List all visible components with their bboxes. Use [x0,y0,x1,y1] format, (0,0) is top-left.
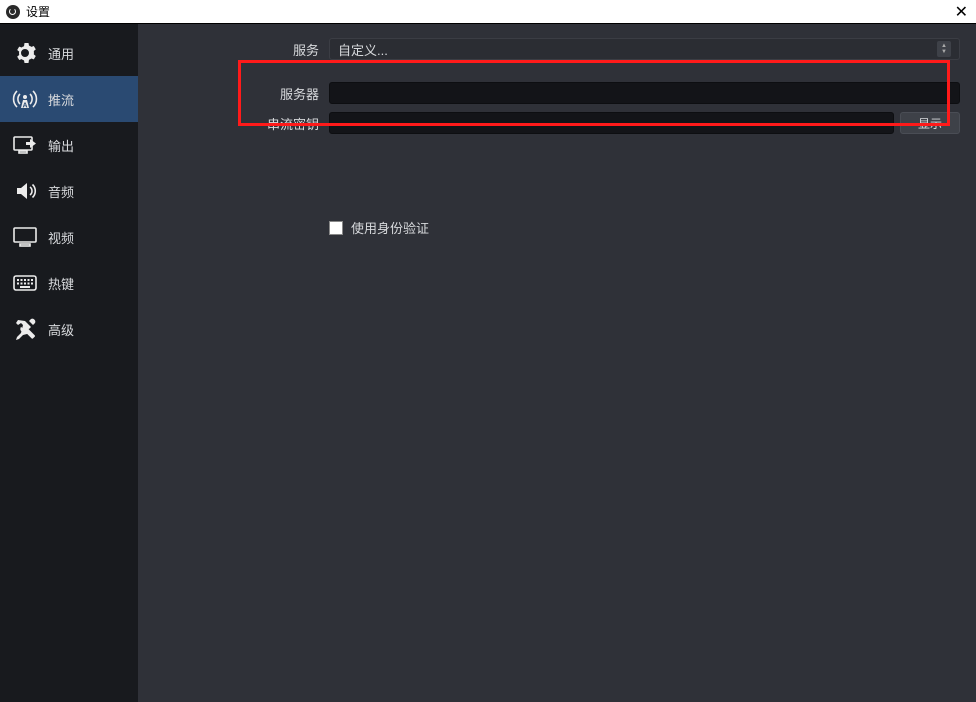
sidebar-item-label: 音频 [48,182,74,201]
spinner-icon: ▲▼ [937,41,951,57]
keyboard-icon [12,270,38,296]
service-row: 服务 自定义... ▲▼ [154,38,960,60]
sidebar: 通用 A 推流 输出 音频 视频 [0,24,138,702]
sidebar-item-label: 推流 [48,90,74,109]
server-row: 服务器 [154,82,960,104]
titlebar: 设置 ✕ [0,0,976,24]
gear-icon [12,40,38,66]
svg-text:A: A [22,103,27,110]
sidebar-item-general[interactable]: 通用 [0,30,138,76]
auth-checkbox[interactable] [329,221,343,235]
auth-checkbox-label: 使用身份验证 [351,218,429,237]
show-button[interactable]: 显示 [900,112,960,134]
sidebar-item-label: 通用 [48,44,74,63]
speaker-icon [12,178,38,204]
window-title: 设置 [26,3,50,20]
auth-checkbox-row: 使用身份验证 [329,218,960,237]
stream-key-label: 串流密钥 [154,114,329,133]
sidebar-item-label: 高级 [48,320,74,339]
sidebar-item-video[interactable]: 视频 [0,214,138,260]
close-icon[interactable]: ✕ [955,2,968,22]
sidebar-item-stream[interactable]: A 推流 [0,76,138,122]
server-input[interactable] [329,82,960,104]
output-icon [12,132,38,158]
sidebar-item-advanced[interactable]: 高级 [0,306,138,352]
main-panel: 服务 自定义... ▲▼ 服务器 串流密钥 显示 使用身份验 [138,24,976,702]
antenna-icon: A [12,86,38,112]
sidebar-item-label: 视频 [48,228,74,247]
obs-icon [6,5,20,19]
sidebar-item-label: 热键 [48,274,74,293]
tools-icon [12,316,38,342]
service-label: 服务 [154,40,329,59]
server-label: 服务器 [154,84,329,103]
sidebar-item-hotkeys[interactable]: 热键 [0,260,138,306]
stream-key-row: 串流密钥 显示 [154,112,960,134]
service-select[interactable]: 自定义... ▲▼ [329,38,960,60]
service-value: 自定义... [338,40,388,59]
sidebar-item-output[interactable]: 输出 [0,122,138,168]
sidebar-item-label: 输出 [48,136,74,155]
sidebar-item-audio[interactable]: 音频 [0,168,138,214]
monitor-icon [12,224,38,250]
stream-key-input[interactable] [329,112,894,134]
